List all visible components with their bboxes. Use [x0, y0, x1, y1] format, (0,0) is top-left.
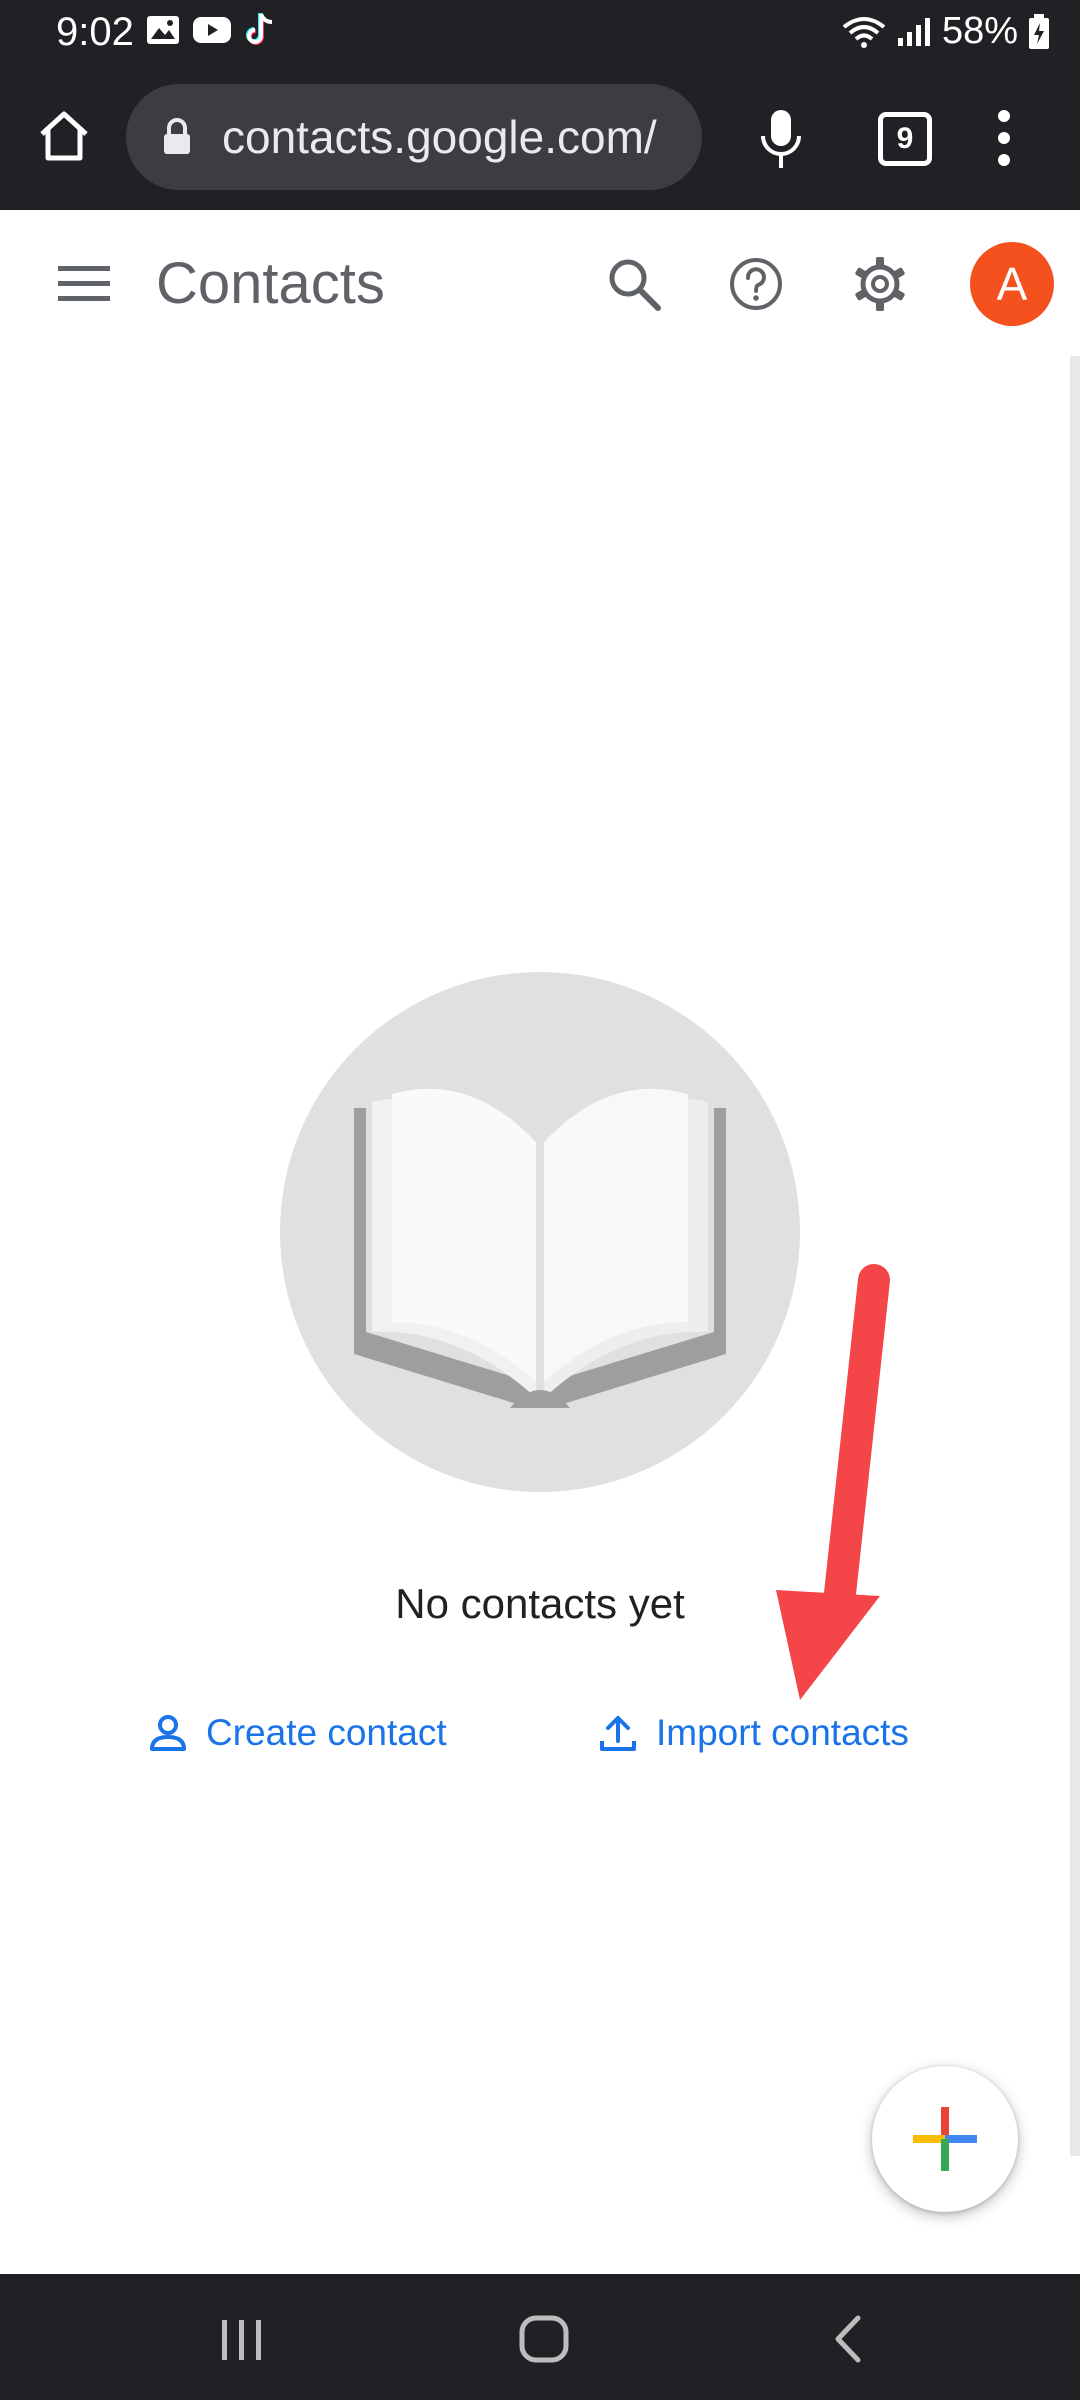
- lock-icon: [164, 118, 190, 154]
- wifi-icon: [842, 16, 886, 48]
- recent-apps-icon[interactable]: [214, 2314, 270, 2364]
- battery-percent: 58%: [941, 10, 1018, 52]
- url-text: contacts.google.com/: [222, 111, 657, 163]
- settings-gear-icon[interactable]: [850, 254, 910, 314]
- notification-icons: [146, 12, 276, 48]
- empty-state-message: No contacts yet: [395, 1580, 685, 1627]
- battery-charging-icon: [1029, 13, 1049, 49]
- mic-icon[interactable]: [756, 106, 806, 172]
- more-options-icon[interactable]: [992, 106, 1016, 170]
- add-contact-fab[interactable]: [872, 2066, 1018, 2212]
- create-contact-label: Create contact: [206, 1712, 447, 1753]
- youtube-icon: [193, 17, 231, 43]
- upload-icon: [600, 1716, 636, 1751]
- gallery-icon: [147, 16, 179, 44]
- app-header: Contacts A: [0, 212, 1080, 352]
- plus-icon: [913, 2107, 977, 2171]
- status-bar: 9:02 58%: [0, 0, 1080, 66]
- person-icon: [150, 1715, 186, 1751]
- search-icon[interactable]: [604, 254, 664, 314]
- tiktok-icon: [246, 13, 273, 45]
- import-contacts-label: Import contacts: [656, 1712, 909, 1753]
- open-book-illustration: [280, 972, 800, 1492]
- back-nav-icon[interactable]: [820, 2314, 876, 2364]
- status-time: 9:02: [56, 10, 134, 54]
- tab-switcher-button[interactable]: 9: [878, 112, 932, 166]
- help-icon[interactable]: [726, 254, 786, 314]
- account-avatar[interactable]: A: [970, 242, 1054, 326]
- system-nav-bar: [0, 2274, 1080, 2400]
- main-menu-icon[interactable]: [58, 264, 110, 304]
- scrollbar[interactable]: [1070, 356, 1080, 2156]
- status-right: 58%: [842, 10, 1050, 53]
- browser-toolbar: contacts.google.com/ 9: [0, 66, 1080, 210]
- signal-icon: [897, 17, 930, 46]
- url-bar[interactable]: contacts.google.com/: [126, 84, 702, 190]
- create-contact-link[interactable]: Create contact: [148, 1712, 447, 1754]
- home-nav-icon[interactable]: [516, 2314, 572, 2364]
- page-title: Contacts: [156, 251, 385, 316]
- annotation-arrow-icon: [776, 1264, 890, 1700]
- import-contacts-link[interactable]: Import contacts: [598, 1712, 909, 1754]
- home-icon[interactable]: [34, 106, 94, 166]
